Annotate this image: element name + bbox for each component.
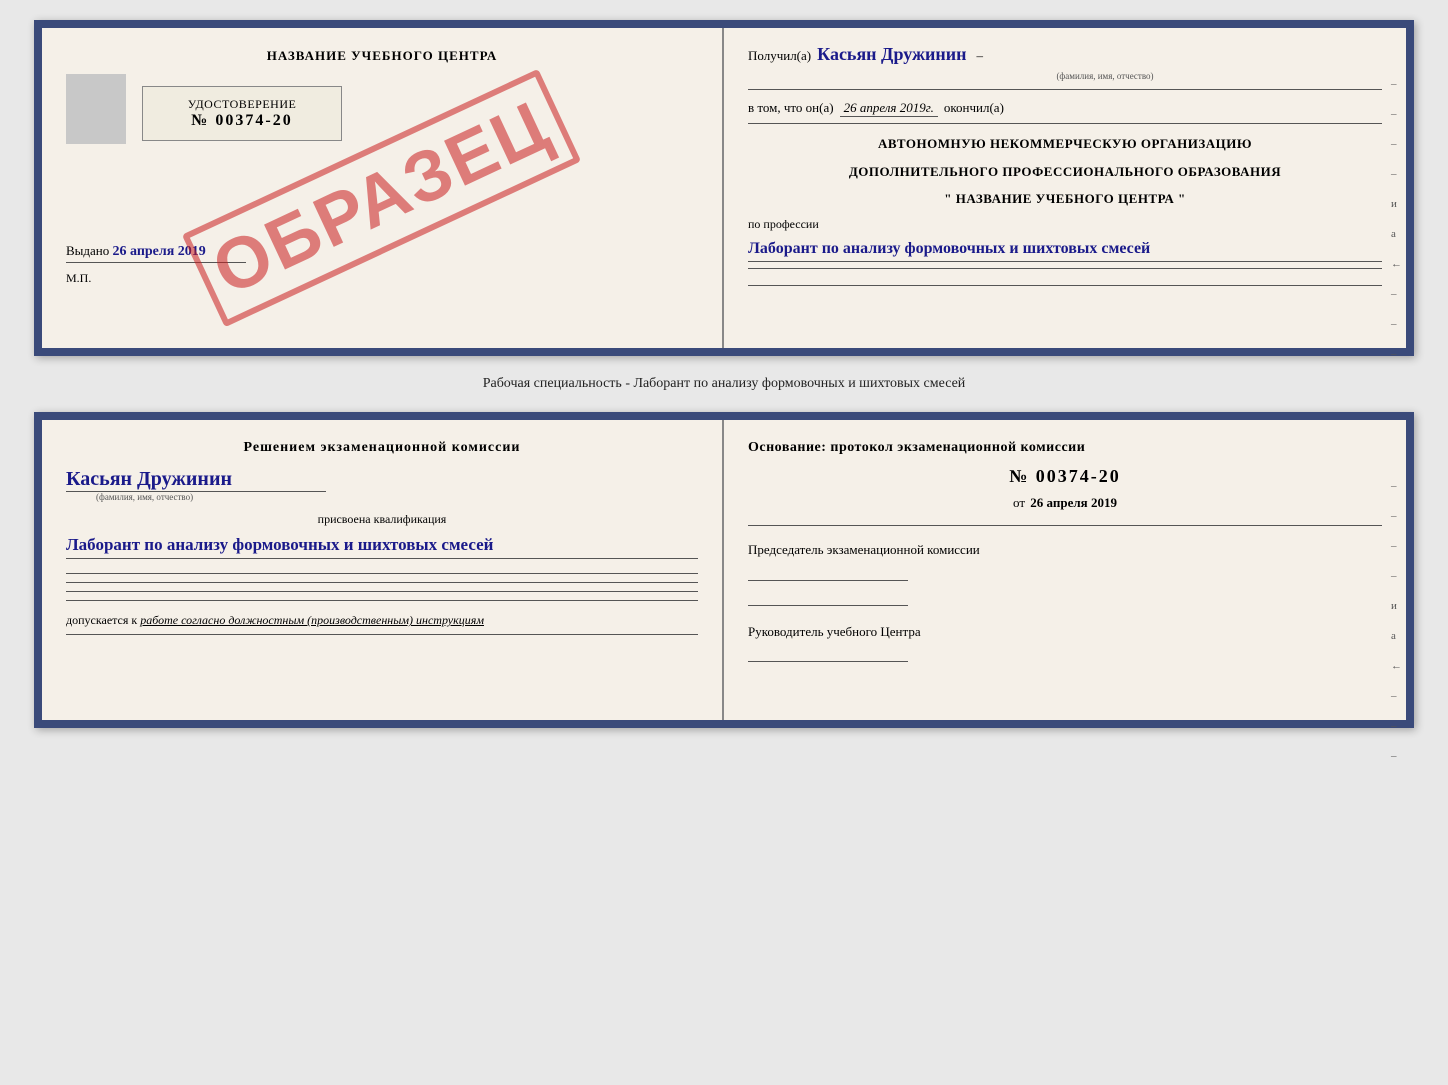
issued-line: Выдано 26 апреля 2019 — [66, 243, 698, 260]
fio-sublabel: (фамилия, имя, отчество) — [828, 71, 1382, 81]
bottom-card-left: Решением экзаменационной комиссии Касьян… — [42, 420, 724, 720]
cert-label: УДОСТОВЕРЕНИЕ — [188, 97, 297, 112]
certificate-block: УДОСТОВЕРЕНИЕ № 00374-20 — [142, 86, 342, 141]
profession-prefix: по профессии — [748, 217, 1382, 232]
decision-label: Решением экзаменационной комиссии — [66, 440, 698, 456]
completed-date: 26 апреля 2019г. — [840, 100, 938, 117]
profession-value: Лаборант по анализу формовочных и шихтов… — [748, 236, 1382, 263]
completed-prefix: в том, что он(а) — [748, 100, 834, 116]
divider1 — [748, 89, 1382, 90]
right-side-marks: – – – – и а ← – – – — [1391, 78, 1402, 360]
допуск-value: работе согласно должностным (производств… — [140, 613, 484, 627]
top-card-right: Получил(а) Касьян Дружинин – (фамилия, и… — [724, 28, 1406, 348]
qualification-prefix: присвоена квалификация — [66, 512, 698, 527]
допуск-block: допускается к работе согласно должностны… — [66, 613, 698, 628]
bottom-certificate-card: Решением экзаменационной комиссии Касьян… — [34, 412, 1414, 728]
received-label: Получил(а) — [748, 48, 811, 64]
mp-label: М.П. — [66, 271, 698, 286]
specialty-label: Рабочая специальность - Лаборант по анал… — [483, 372, 966, 396]
divider2 — [748, 123, 1382, 124]
received-field: Получил(а) Касьян Дружинин – — [748, 44, 1382, 65]
chairman-signature-line — [748, 580, 908, 581]
person-name: Касьян Дружинин — [66, 468, 232, 491]
basis-label: Основание: протокол экзаменационной коми… — [748, 440, 1382, 456]
date-prefix: от — [1013, 495, 1025, 510]
head-signature-line — [748, 661, 908, 662]
head-label: Руководитель учебного Центра — [748, 622, 1382, 642]
top-certificate-card: НАЗВАНИЕ УЧЕБНОГО ЦЕНТРА УДОСТОВЕРЕНИЕ №… — [34, 20, 1414, 356]
bottom-right-side-marks: – – – – и а ← – – – — [1391, 480, 1402, 762]
protocol-date: 26 апреля 2019 — [1030, 495, 1117, 510]
org-line1: АВТОНОМНУЮ НЕКОММЕРЧЕСКУЮ ОРГАНИЗАЦИЮ — [748, 134, 1382, 154]
top-left-title: НАЗВАНИЕ УЧЕБНОГО ЦЕНТРА — [66, 48, 698, 64]
protocol-number: № 00374-20 — [748, 466, 1382, 487]
top-card-left: НАЗВАНИЕ УЧЕБНОГО ЦЕНТРА УДОСТОВЕРЕНИЕ №… — [42, 28, 724, 348]
received-name: Касьян Дружинин — [817, 44, 966, 65]
qualification-value: Лаборант по анализу формовочных и шихтов… — [66, 531, 698, 559]
org-line3: " НАЗВАНИЕ УЧЕБНОГО ЦЕНТРА " — [748, 189, 1382, 209]
issued-date: 26 апреля 2019 — [113, 244, 206, 259]
completed-field: в том, что он(а) 26 апреля 2019г. окончи… — [748, 100, 1382, 117]
issued-label: Выдано — [66, 243, 109, 258]
допуск-prefix: допускается к — [66, 613, 137, 627]
chairman-label: Председатель экзаменационной комиссии — [748, 540, 1382, 560]
protocol-date-line: от 26 апреля 2019 — [748, 495, 1382, 511]
org-line2: ДОПОЛНИТЕЛЬНОГО ПРОФЕССИОНАЛЬНОГО ОБРАЗО… — [748, 162, 1382, 182]
bottom-fio-sublabel: (фамилия, имя, отчество) — [96, 492, 193, 502]
cert-number: № 00374-20 — [191, 112, 292, 130]
completed-suffix: окончил(а) — [944, 100, 1004, 116]
photo-placeholder — [66, 74, 126, 144]
bottom-card-right: Основание: протокол экзаменационной коми… — [724, 420, 1406, 720]
